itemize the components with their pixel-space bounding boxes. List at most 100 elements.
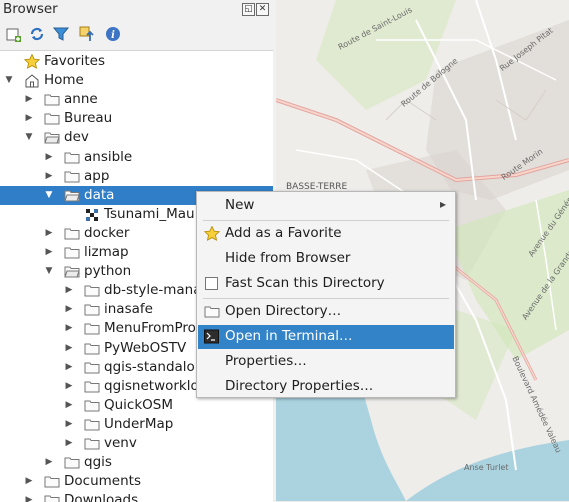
- menu-item-label: Add as a Favorite: [225, 225, 342, 241]
- tree-item-label: Home: [44, 72, 84, 89]
- tree-item-label: python: [84, 263, 132, 280]
- folder-icon: [64, 150, 80, 165]
- tree-item-label: inasafe: [104, 301, 153, 318]
- folder-icon: [84, 302, 100, 317]
- panel-title: Browser: [3, 1, 58, 17]
- refresh-icon[interactable]: [28, 25, 46, 43]
- tree-item-label: Favorites: [44, 53, 105, 69]
- tree-item-ansible[interactable]: ▶ ansible: [0, 148, 273, 167]
- close-panel-button[interactable]: ✕: [256, 3, 269, 16]
- folder-icon: [84, 398, 100, 413]
- folder-icon: [44, 92, 60, 107]
- tree-item-label: MenuFromPro: [104, 320, 196, 337]
- expanded-arrow-icon[interactable]: ▼: [4, 71, 14, 90]
- tree-item-dev[interactable]: ▼ dev: [0, 128, 273, 147]
- folder-open-icon: [64, 264, 80, 279]
- tree-item-anne[interactable]: ▶ anne: [0, 90, 273, 109]
- folder-icon: [84, 321, 100, 336]
- menu-item-fast-scan-this-directory[interactable]: Fast Scan this Directory: [198, 272, 454, 296]
- tree-item-bureau[interactable]: ▶ Bureau: [0, 109, 273, 128]
- menu-separator: [203, 298, 449, 299]
- expanded-arrow-icon[interactable]: ▼: [24, 128, 34, 147]
- collapsed-arrow-icon[interactable]: ▶: [44, 453, 54, 472]
- expanded-arrow-icon[interactable]: ▼: [44, 262, 54, 281]
- folder-icon: [64, 245, 80, 260]
- tree-item-label: UnderMap: [104, 415, 174, 432]
- add-layer-icon[interactable]: [4, 25, 22, 43]
- collapsed-arrow-icon[interactable]: ▶: [64, 396, 74, 415]
- collapsed-arrow-icon[interactable]: ▶: [24, 109, 34, 128]
- star-icon: [23, 53, 41, 69]
- menu-item-directory-properties[interactable]: Directory Properties…: [198, 375, 454, 399]
- tree-item-undermap[interactable]: ▶ UnderMap: [0, 415, 273, 434]
- tree-item-home[interactable]: ▼ Home: [0, 71, 273, 90]
- collapsed-arrow-icon[interactable]: ▶: [64, 319, 74, 338]
- tree-item-label: lizmap: [84, 244, 129, 260]
- terminal-icon: [204, 329, 219, 344]
- tree-item-documents[interactable]: ▶ Documents: [0, 472, 273, 491]
- collapsed-arrow-icon[interactable]: ▶: [64, 434, 74, 453]
- star-icon: [203, 225, 221, 241]
- menu-item-label: Open Directory…: [225, 303, 342, 319]
- menu-item-new[interactable]: New ▸: [198, 194, 454, 218]
- menu-item-hide-from-browser[interactable]: Hide from Browser: [198, 247, 454, 271]
- tree-item-qgis[interactable]: ▶ qgis: [0, 453, 273, 472]
- context-menu: New ▸ Add as a Favorite Hide from Browser Fa…: [196, 191, 456, 398]
- collapsed-arrow-icon[interactable]: ▶: [24, 491, 34, 502]
- menu-item-open-directory[interactable]: Open Directory…: [198, 300, 454, 324]
- collapsed-arrow-icon[interactable]: ▶: [44, 148, 54, 167]
- folder-icon: [204, 304, 220, 319]
- tree-item-downloads[interactable]: ▶ Downloads: [0, 491, 273, 502]
- menu-item-add-as-a-favorite[interactable]: Add as a Favorite: [198, 222, 454, 246]
- collapsed-arrow-icon[interactable]: ▶: [44, 167, 54, 186]
- svg-text:i: i: [111, 30, 115, 41]
- tree-item-app[interactable]: ▶ app: [0, 167, 273, 186]
- collapsed-arrow-icon[interactable]: ▶: [64, 300, 74, 319]
- collapsed-arrow-icon[interactable]: ▶: [64, 281, 74, 300]
- tree-item-label: Bureau: [64, 110, 113, 127]
- folder-icon: [84, 283, 100, 298]
- map-label: Anse Turlet: [464, 463, 509, 472]
- menu-item-open-in-terminal[interactable]: Open in Terminal…: [198, 325, 454, 349]
- collapsed-arrow-icon[interactable]: ▶: [64, 377, 74, 396]
- expanded-arrow-icon[interactable]: ▼: [44, 186, 54, 205]
- tree-item-label: data: [84, 186, 115, 203]
- menu-item-label: Directory Properties…: [225, 378, 374, 394]
- tree-item-label: QuickOSM: [104, 396, 174, 413]
- collapsed-arrow-icon[interactable]: ▶: [64, 358, 74, 377]
- folder-icon: [44, 474, 60, 489]
- menu-item-label: Properties…: [225, 353, 307, 369]
- home-icon: [24, 73, 40, 88]
- browser-toolbar: i: [0, 22, 276, 48]
- menu-separator: [203, 220, 449, 221]
- tree-item-label: db-style-mana: [104, 282, 202, 299]
- folder-icon: [84, 436, 100, 451]
- collapsed-arrow-icon[interactable]: ▶: [44, 243, 54, 262]
- folder-open-icon: [64, 188, 80, 203]
- collapse-all-icon[interactable]: [78, 25, 96, 43]
- folder-icon: [84, 379, 100, 394]
- collapsed-arrow-icon[interactable]: ▶: [24, 90, 34, 109]
- tree-item-label: app: [84, 167, 110, 184]
- collapsed-arrow-icon[interactable]: ▶: [24, 472, 34, 491]
- tree-item-label: Documents: [64, 473, 141, 490]
- menu-item-label: Hide from Browser: [225, 250, 351, 266]
- folder-icon: [44, 111, 60, 126]
- tree-item-label: ansible: [84, 148, 133, 165]
- tree-item-label: qgisnetworklo: [104, 377, 199, 394]
- tree-item-label: qgis: [84, 454, 112, 471]
- tree-item-label: anne: [64, 91, 98, 108]
- tree-item-venv[interactable]: ▶ venv: [0, 434, 273, 453]
- folder-open-icon: [44, 130, 60, 145]
- collapsed-arrow-icon[interactable]: ▶: [44, 224, 54, 243]
- float-panel-button[interactable]: ◱: [242, 3, 255, 16]
- collapsed-arrow-icon[interactable]: ▶: [64, 415, 74, 434]
- info-icon[interactable]: i: [104, 25, 122, 43]
- collapsed-arrow-icon[interactable]: ▶: [64, 339, 74, 358]
- menu-item-label: Fast Scan this Directory: [225, 275, 385, 291]
- filter-icon[interactable]: [52, 25, 70, 43]
- menu-item-properties[interactable]: Properties…: [198, 350, 454, 374]
- folder-icon: [64, 169, 80, 184]
- checkbox-icon: [204, 276, 219, 291]
- tree-item-favorites[interactable]: Favorites: [0, 52, 273, 71]
